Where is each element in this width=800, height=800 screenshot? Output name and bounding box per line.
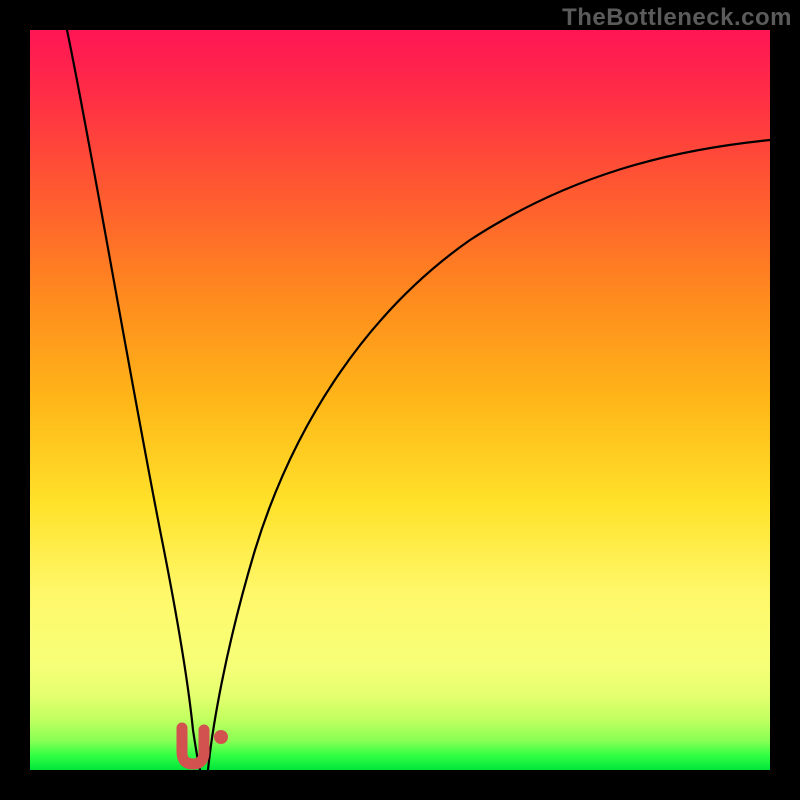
marker-dot [214,730,228,744]
watermark-text: TheBottleneck.com [562,4,792,32]
curve-left-arm [67,30,200,770]
plot-area [30,30,770,770]
curves-layer [30,30,770,770]
curve-right-arm [208,140,770,770]
chart-frame: TheBottleneck.com [0,0,800,800]
